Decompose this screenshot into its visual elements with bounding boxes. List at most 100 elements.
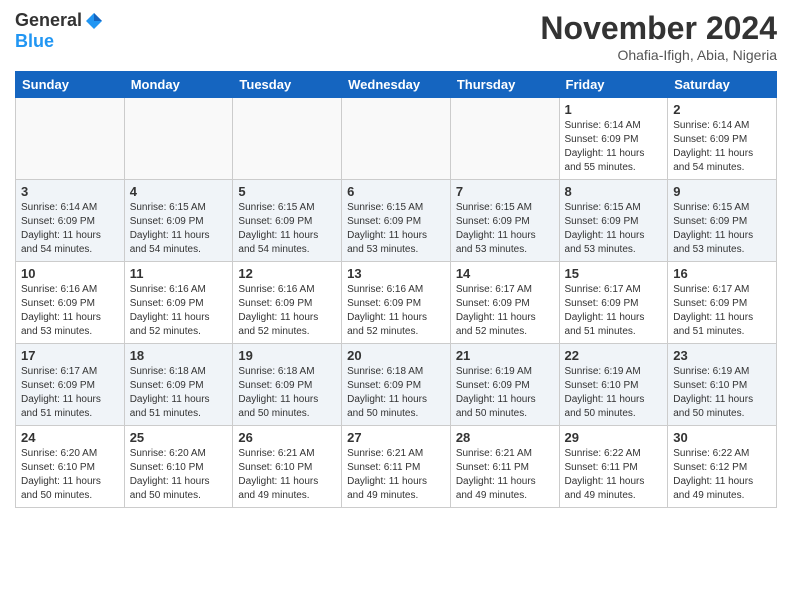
header-monday: Monday [124,72,233,98]
day-number: 2 [673,102,771,117]
day-info: Sunrise: 6:15 AM Sunset: 6:09 PM Dayligh… [673,201,771,257]
day-number: 25 [130,430,228,445]
table-row [16,98,125,180]
table-row: 6 Sunrise: 6:15 AM Sunset: 6:09 PM Daylig… [342,180,451,262]
table-row: 23 Sunrise: 6:19 AM Sunset: 6:10 PM Dayli… [668,344,777,426]
table-row [233,98,342,180]
day-number: 14 [456,266,554,281]
table-row: 17Sunrise: 6:17 AM Sunset: 6:09 PM Dayli… [16,344,125,426]
day-info: Sunrise: 6:21 AM Sunset: 6:11 PM Dayligh… [347,447,445,503]
day-info: Sunrise: 6:18 AM Sunset: 6:09 PM Dayligh… [347,365,445,421]
header-thursday: Thursday [450,72,559,98]
header-wednesday: Wednesday [342,72,451,98]
table-row: 11Sunrise: 6:16 AM Sunset: 6:09 PM Dayli… [124,262,233,344]
day-number: 27 [347,430,445,445]
day-info: Sunrise: 6:14 AM Sunset: 6:09 PM Dayligh… [21,201,119,257]
day-number: 4 [130,184,228,199]
day-number: 23 [673,348,771,363]
table-row [450,98,559,180]
header: General Blue November 2024 Ohafia-Ifigh,… [15,10,777,63]
table-row: 1 Sunrise: 6:14 AM Sunset: 6:09 PM Daylig… [559,98,668,180]
table-row: 13 Sunrise: 6:16 AM Sunset: 6:09 PM Dayli… [342,262,451,344]
day-info: Sunrise: 6:19 AM Sunset: 6:10 PM Dayligh… [565,365,663,421]
table-row: 8 Sunrise: 6:15 AM Sunset: 6:09 PM Daylig… [559,180,668,262]
day-info: Sunrise: 6:22 AM Sunset: 6:11 PM Dayligh… [565,447,663,503]
table-row: 3 Sunrise: 6:14 AM Sunset: 6:09 PM Daylig… [16,180,125,262]
table-row: 14 Sunrise: 6:17 AM Sunset: 6:09 PM Dayli… [450,262,559,344]
header-friday: Friday [559,72,668,98]
table-row: 7Sunrise: 6:15 AM Sunset: 6:09 PM Daylig… [450,180,559,262]
header-tuesday: Tuesday [233,72,342,98]
day-info: Sunrise: 6:19 AM Sunset: 6:10 PM Dayligh… [673,365,771,421]
day-number: 28 [456,430,554,445]
table-row: 20 Sunrise: 6:18 AM Sunset: 6:09 PM Dayli… [342,344,451,426]
day-number: 24 [21,430,119,445]
day-number: 20 [347,348,445,363]
day-info: Sunrise: 6:17 AM Sunset: 6:09 PM Dayligh… [456,283,554,339]
table-row: 4Sunrise: 6:15 AM Sunset: 6:09 PM Daylig… [124,180,233,262]
day-number: 22 [565,348,663,363]
day-info: Sunrise: 6:21 AM Sunset: 6:10 PM Dayligh… [238,447,336,503]
table-row: 18 Sunrise: 6:18 AM Sunset: 6:09 PM Dayli… [124,344,233,426]
day-info: Sunrise: 6:15 AM Sunset: 6:09 PM Dayligh… [565,201,663,257]
day-info: Sunrise: 6:15 AM Sunset: 6:09 PM Dayligh… [238,201,336,257]
day-info: Sunrise: 6:15 AM Sunset: 6:09 PM Dayligh… [347,201,445,257]
day-number: 13 [347,266,445,281]
table-row: 28 Sunrise: 6:21 AM Sunset: 6:11 PM Dayli… [450,426,559,508]
table-row: 19Sunrise: 6:18 AM Sunset: 6:09 PM Dayli… [233,344,342,426]
day-number: 3 [21,184,119,199]
table-row: 2Sunrise: 6:14 AM Sunset: 6:09 PM Daylig… [668,98,777,180]
table-row: 15 Sunrise: 6:17 AM Sunset: 6:09 PM Dayli… [559,262,668,344]
day-number: 1 [565,102,663,117]
title-section: November 2024 Ohafia-Ifigh, Abia, Nigeri… [540,10,777,63]
table-row [342,98,451,180]
day-info: Sunrise: 6:16 AM Sunset: 6:09 PM Dayligh… [21,283,119,339]
calendar: Sunday Monday Tuesday Wednesday Thursday… [15,71,777,508]
day-info: Sunrise: 6:17 AM Sunset: 6:09 PM Dayligh… [673,283,771,339]
header-saturday: Saturday [668,72,777,98]
day-info: Sunrise: 6:18 AM Sunset: 6:09 PM Dayligh… [238,365,336,421]
table-row: 30 Sunrise: 6:22 AM Sunset: 6:12 PM Dayli… [668,426,777,508]
day-info: Sunrise: 6:17 AM Sunset: 6:09 PM Dayligh… [565,283,663,339]
day-info: Sunrise: 6:19 AM Sunset: 6:09 PM Dayligh… [456,365,554,421]
week-row-1: 3 Sunrise: 6:14 AM Sunset: 6:09 PM Daylig… [16,180,777,262]
day-number: 10 [21,266,119,281]
table-row: 16 Sunrise: 6:17 AM Sunset: 6:09 PM Dayli… [668,262,777,344]
day-number: 5 [238,184,336,199]
day-number: 9 [673,184,771,199]
logo-blue-text: Blue [15,31,54,52]
month-title: November 2024 [540,10,777,47]
table-row: 26 Sunrise: 6:21 AM Sunset: 6:10 PM Dayli… [233,426,342,508]
table-row: 25 Sunrise: 6:20 AM Sunset: 6:10 PM Dayli… [124,426,233,508]
day-number: 15 [565,266,663,281]
day-number: 18 [130,348,228,363]
table-row: 24 Sunrise: 6:20 AM Sunset: 6:10 PM Dayli… [16,426,125,508]
day-info: Sunrise: 6:20 AM Sunset: 6:10 PM Dayligh… [130,447,228,503]
table-row: 22 Sunrise: 6:19 AM Sunset: 6:10 PM Dayli… [559,344,668,426]
day-number: 29 [565,430,663,445]
day-info: Sunrise: 6:16 AM Sunset: 6:09 PM Dayligh… [130,283,228,339]
table-row [124,98,233,180]
day-number: 26 [238,430,336,445]
day-number: 12 [238,266,336,281]
day-info: Sunrise: 6:22 AM Sunset: 6:12 PM Dayligh… [673,447,771,503]
day-info: Sunrise: 6:21 AM Sunset: 6:11 PM Dayligh… [456,447,554,503]
day-number: 7 [456,184,554,199]
day-number: 17 [21,348,119,363]
table-row: 5 Sunrise: 6:15 AM Sunset: 6:09 PM Daylig… [233,180,342,262]
day-info: Sunrise: 6:18 AM Sunset: 6:09 PM Dayligh… [130,365,228,421]
table-row: 27 Sunrise: 6:21 AM Sunset: 6:11 PM Dayli… [342,426,451,508]
page-container: General Blue November 2024 Ohafia-Ifigh,… [0,0,792,513]
table-row: 12Sunrise: 6:16 AM Sunset: 6:09 PM Dayli… [233,262,342,344]
week-row-2: 10 Sunrise: 6:16 AM Sunset: 6:09 PM Dayli… [16,262,777,344]
day-number: 16 [673,266,771,281]
day-number: 30 [673,430,771,445]
day-number: 8 [565,184,663,199]
logo-general-text: General [15,10,82,31]
day-info: Sunrise: 6:20 AM Sunset: 6:10 PM Dayligh… [21,447,119,503]
day-number: 6 [347,184,445,199]
table-row: 21 Sunrise: 6:19 AM Sunset: 6:09 PM Dayli… [450,344,559,426]
day-number: 21 [456,348,554,363]
day-info: Sunrise: 6:14 AM Sunset: 6:09 PM Dayligh… [565,119,663,175]
day-info: Sunrise: 6:16 AM Sunset: 6:09 PM Dayligh… [347,283,445,339]
